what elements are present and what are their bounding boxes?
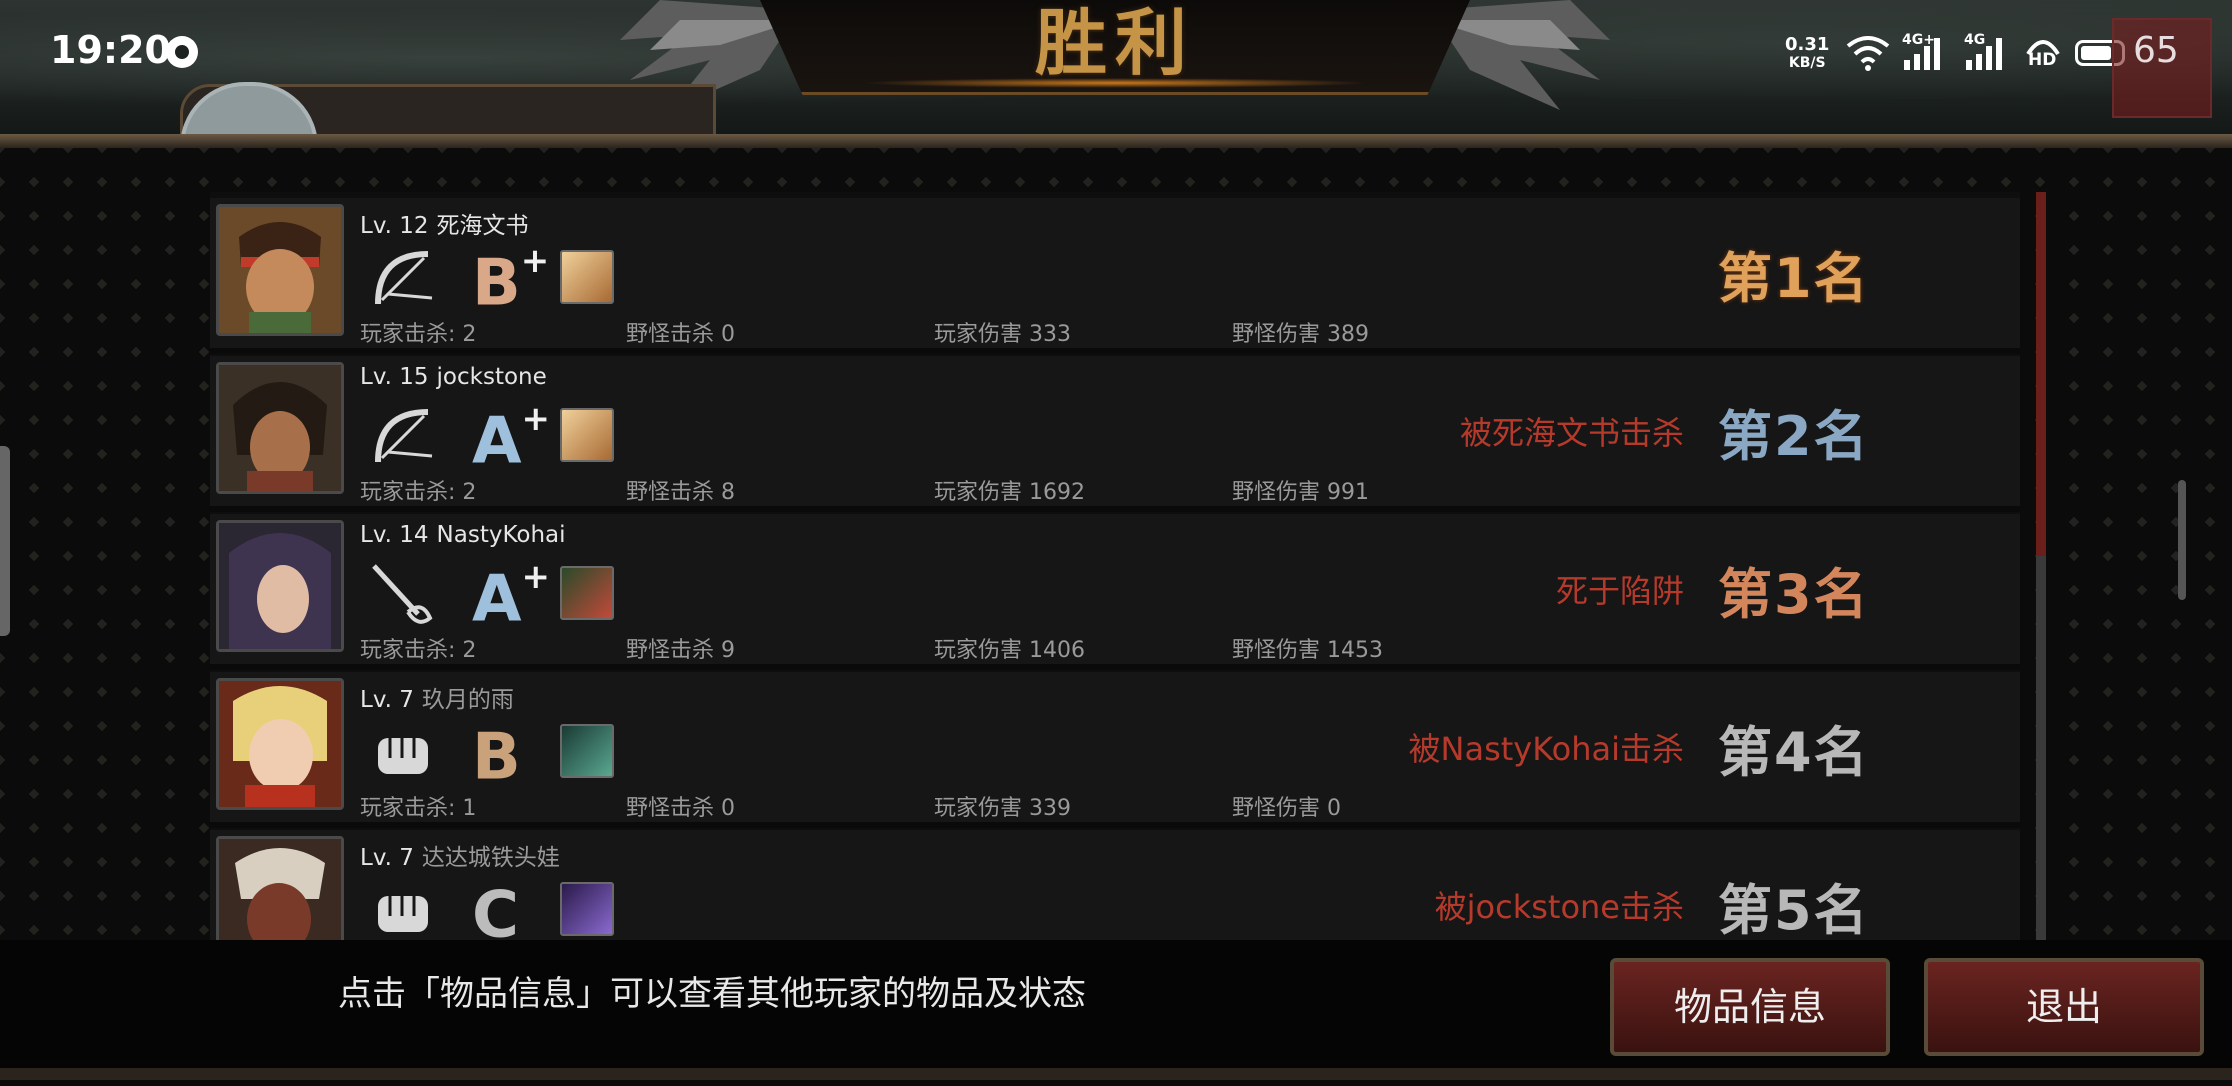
scrollbar-thumb[interactable] — [2036, 192, 2046, 556]
wifi-icon — [1846, 36, 1890, 71]
rank-label: 第2名 — [1718, 405, 1870, 468]
monster-kills: 野怪击杀 8 — [626, 480, 735, 505]
death-cause: 被死海文书击杀 — [1459, 414, 1684, 452]
equipped-item-icon[interactable] — [560, 408, 614, 462]
player-level-name: Lv. 12 死海文书 — [360, 206, 529, 240]
notification-icon — [166, 36, 198, 68]
player-level: Lv. 15 — [360, 364, 429, 390]
archer-portrait-icon — [219, 365, 341, 491]
network-speed-unit: KB/S — [1788, 55, 1826, 71]
grade-letter: C — [472, 878, 519, 940]
player-row-5[interactable]: Lv. 7 达达城铁头娃 C 被jockstone击杀 第5名 — [210, 830, 2020, 940]
grade-plus: + — [521, 399, 551, 439]
player-name: jockstone — [436, 364, 547, 390]
brawler-portrait-icon — [219, 681, 341, 807]
player-avatar — [216, 836, 344, 940]
death-cause: 被NastyKohai击杀 — [1408, 730, 1684, 768]
player-kills: 玩家击杀: 1 — [360, 796, 477, 821]
equipped-item-icon[interactable] — [560, 724, 614, 778]
player-kills: 玩家击杀: 2 — [360, 480, 477, 505]
edge-handle[interactable] — [0, 446, 10, 636]
player-level: Lv. 7 — [360, 687, 414, 713]
footer-border — [0, 1068, 2232, 1080]
status-time: 19:20 — [50, 28, 171, 72]
player-row-2[interactable]: Lv. 15 jockstone A+ 玩家击杀: 2 野怪击杀 8 玩家伤害 1… — [210, 356, 2020, 512]
player-level: Lv. 7 — [360, 845, 414, 871]
grade-badge: B+ — [472, 236, 549, 318]
player-level-name: Lv. 14 NastyKohai — [360, 522, 566, 548]
equipped-item-icon[interactable] — [560, 250, 614, 304]
player-level: Lv. 14 — [360, 522, 429, 548]
grade-letter: B — [472, 720, 521, 795]
results-list[interactable]: Lv. 12 死海文书 B+ 玩家击杀: 2 野怪击杀 0 玩家伤害 333 野怪… — [210, 192, 2020, 940]
rank-label: 第3名 — [1718, 563, 1870, 626]
player-damage: 玩家伤害 1692 — [934, 480, 1085, 505]
hd-voice-indicator: HD — [2024, 36, 2062, 72]
player-avatar — [216, 362, 344, 494]
swordsman-portrait-icon — [219, 523, 341, 649]
network-speed: 0.31 KB/S — [1785, 36, 1829, 72]
network-speed-value: 0.31 — [1785, 34, 1830, 55]
player-damage: 玩家伤害 339 — [934, 796, 1071, 821]
death-cause: 死于陷阱 — [1555, 572, 1684, 610]
rank-label: 第4名 — [1718, 721, 1870, 784]
player-kills: 玩家击杀: 2 — [360, 638, 477, 663]
archer-portrait-icon — [219, 207, 341, 333]
exit-button[interactable]: 退出 — [1924, 958, 2204, 1056]
player-avatar — [216, 204, 344, 336]
signal-bars-icon — [1966, 38, 2002, 70]
grade-badge: B — [472, 710, 521, 792]
battery-level: 65 — [2133, 30, 2179, 71]
monster-damage: 野怪伤害 991 — [1232, 480, 1369, 505]
monster-damage: 野怪伤害 0 — [1232, 796, 1341, 821]
death-cause: 被jockstone击杀 — [1434, 888, 1684, 926]
player-row-3[interactable]: Lv. 14 NastyKohai A+ 玩家击杀: 2 野怪击杀 9 玩家伤害 … — [210, 514, 2020, 670]
player-level: Lv. 12 — [360, 213, 429, 239]
frame-top-border — [0, 134, 2232, 148]
grade-letter: B — [472, 246, 521, 321]
rank-label: 第1名 — [1718, 247, 1870, 310]
player-level-name: Lv. 15 jockstone — [360, 364, 547, 390]
monster-kills: 野怪击杀 9 — [626, 638, 735, 663]
rapier-icon — [372, 564, 433, 624]
fist-icon — [378, 896, 428, 932]
grade-letter: A — [472, 404, 522, 479]
bow-icon — [375, 409, 433, 463]
monster-kills: 野怪击杀 0 — [626, 796, 735, 821]
grade-badge: C — [472, 868, 519, 940]
player-level-name: Lv. 7 玖月的雨 — [360, 680, 514, 714]
equipped-item-icon[interactable] — [560, 882, 614, 936]
player-row-4[interactable]: Lv. 7 玖月的雨 B 玩家击杀: 1 野怪击杀 0 玩家伤害 339 野怪伤害… — [210, 672, 2020, 828]
grade-plus: + — [521, 557, 551, 597]
grade-plus: + — [520, 241, 550, 281]
monster-damage: 野怪伤害 389 — [1232, 322, 1369, 347]
items-info-button[interactable]: 物品信息 — [1610, 958, 1890, 1056]
grade-letter: A — [472, 562, 522, 637]
fist-icon — [378, 738, 428, 774]
grade-badge: A+ — [472, 394, 550, 476]
hd-label: HD — [2028, 50, 2057, 70]
monster-kills: 野怪击杀 0 — [626, 322, 735, 347]
player-name: NastyKohai — [436, 522, 566, 548]
equipped-item-icon[interactable] — [560, 566, 614, 620]
footer-bar — [0, 940, 2232, 1080]
footer-tip: 点击「物品信息」可以查看其他玩家的物品及状态 — [338, 974, 1086, 1014]
bow-icon — [375, 251, 433, 305]
rank-label: 第5名 — [1718, 879, 1870, 940]
player-kills: 玩家击杀: 2 — [360, 322, 477, 347]
player-level-name: Lv. 7 达达城铁头娃 — [360, 838, 560, 872]
brawler-portrait-icon — [219, 839, 341, 940]
player-damage: 玩家伤害 1406 — [934, 638, 1085, 663]
player-avatar — [216, 520, 344, 652]
side-scroll-indicator — [2178, 480, 2186, 600]
signal-bars-icon — [1904, 38, 1940, 70]
player-avatar — [216, 678, 344, 810]
player-damage: 玩家伤害 333 — [934, 322, 1071, 347]
monster-damage: 野怪伤害 1453 — [1232, 638, 1383, 663]
grade-badge: A+ — [472, 552, 550, 634]
results-scrollbar[interactable] — [2036, 192, 2046, 942]
player-row-1[interactable]: Lv. 12 死海文书 B+ 玩家击杀: 2 野怪击杀 0 玩家伤害 333 野怪… — [210, 198, 2020, 354]
